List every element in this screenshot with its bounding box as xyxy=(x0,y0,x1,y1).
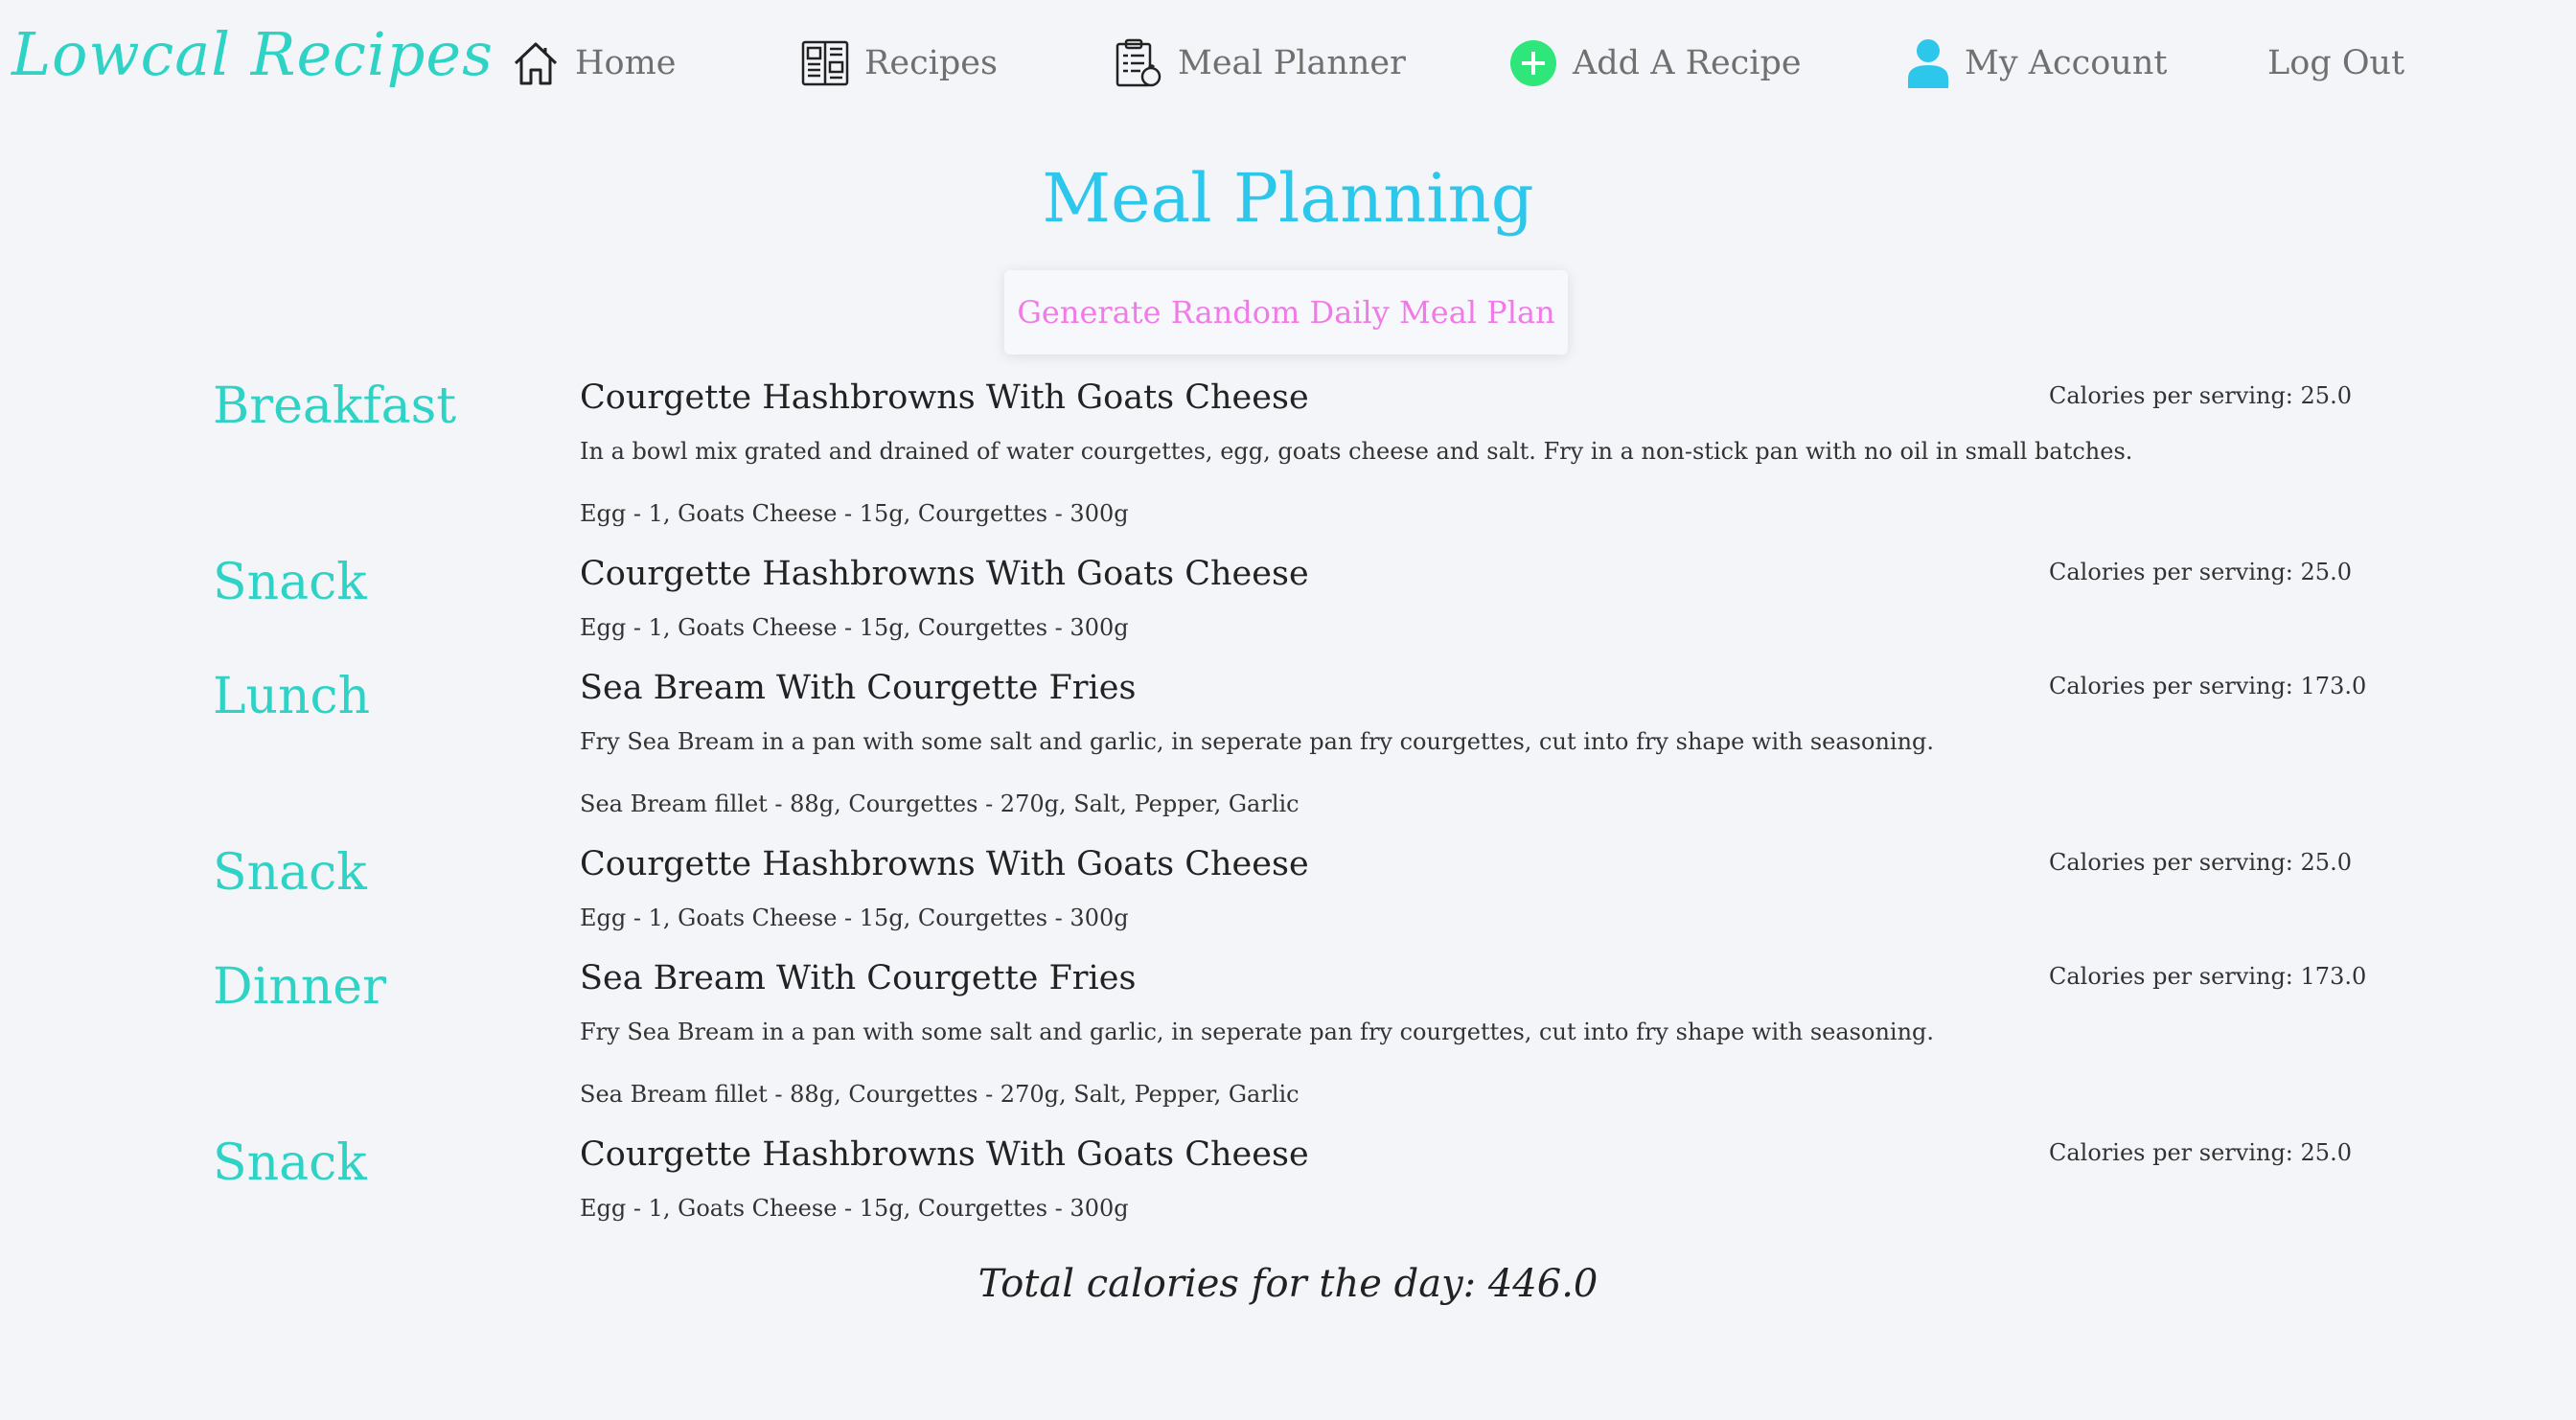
recipe-ingredients: Egg - 1, Goats Cheese - 15g, Courgettes … xyxy=(580,500,1129,527)
page-title: Meal Planning xyxy=(1042,159,1534,238)
recipe-title[interactable]: Sea Bream With Courgette Fries xyxy=(580,666,1136,710)
meal-label: Dinner xyxy=(213,958,386,1016)
home-icon xyxy=(512,39,560,87)
recipe-ingredients: Egg - 1, Goats Cheese - 15g, Courgettes … xyxy=(580,905,1129,931)
nav-log-out-label: Log Out xyxy=(2267,44,2405,82)
calories-per-serving: Calories per serving: 25.0 xyxy=(2049,849,2352,876)
recipe-title[interactable]: Courgette Hashbrowns With Goats Cheese xyxy=(580,552,1309,596)
recipe-title[interactable]: Courgette Hashbrowns With Goats Cheese xyxy=(580,376,1309,420)
meal-label: Snack xyxy=(213,554,367,611)
meal-label: Breakfast xyxy=(213,378,457,435)
recipe-description: In a bowl mix grated and drained of wate… xyxy=(580,438,2133,465)
calories-per-serving: Calories per serving: 25.0 xyxy=(2049,559,2352,585)
site-logo[interactable]: Lowcal Recipes xyxy=(12,19,494,89)
calories-per-serving: Calories per serving: 25.0 xyxy=(2049,1139,2352,1166)
recipe-ingredients: Egg - 1, Goats Cheese - 15g, Courgettes … xyxy=(580,614,1129,641)
meal-label: Snack xyxy=(213,844,367,902)
nav-meal-planner-link[interactable]: Meal Planner xyxy=(1115,36,1406,90)
calories-per-serving: Calories per serving: 173.0 xyxy=(2049,673,2367,699)
nav-log-out-link[interactable]: Log Out xyxy=(2267,36,2404,90)
meal-label: Snack xyxy=(213,1134,367,1192)
nav-add-recipe-link[interactable]: Add A Recipe xyxy=(1509,36,1802,90)
nav-meal-planner-label: Meal Planner xyxy=(1178,44,1406,82)
nav-my-account-label: My Account xyxy=(1965,44,2168,82)
top-navigation: Lowcal Recipes Home Recipes Meal Planner… xyxy=(0,0,2576,134)
recipe-book-icon xyxy=(801,39,849,87)
user-icon xyxy=(1907,38,1949,88)
recipe-title[interactable]: Courgette Hashbrowns With Goats Cheese xyxy=(580,842,1309,886)
nav-home-link[interactable]: Home xyxy=(512,36,677,90)
nav-home-label: Home xyxy=(575,44,677,82)
recipe-ingredients: Egg - 1, Goats Cheese - 15g, Courgettes … xyxy=(580,1195,1129,1222)
total-calories: Total calories for the day: 446.0 xyxy=(978,1262,1598,1306)
recipe-ingredients: Sea Bream fillet - 88g, Courgettes - 270… xyxy=(580,1081,1300,1108)
calories-per-serving: Calories per serving: 173.0 xyxy=(2049,963,2367,990)
plus-circle-icon xyxy=(1509,39,1557,87)
recipe-description: Fry Sea Bream in a pan with some salt an… xyxy=(580,728,1935,755)
nav-add-recipe-label: Add A Recipe xyxy=(1573,44,1802,82)
meal-label: Lunch xyxy=(213,668,371,725)
calories-per-serving: Calories per serving: 25.0 xyxy=(2049,382,2352,409)
clipboard-icon xyxy=(1115,38,1162,88)
recipe-title[interactable]: Sea Bream With Courgette Fries xyxy=(580,956,1136,1000)
recipe-description: Fry Sea Bream in a pan with some salt an… xyxy=(580,1019,1935,1045)
recipe-ingredients: Sea Bream fillet - 88g, Courgettes - 270… xyxy=(580,790,1300,817)
nav-my-account-link[interactable]: My Account xyxy=(1907,36,2167,90)
nav-recipes-label: Recipes xyxy=(864,44,998,82)
nav-recipes-link[interactable]: Recipes xyxy=(801,36,998,90)
recipe-title[interactable]: Courgette Hashbrowns With Goats Cheese xyxy=(580,1133,1309,1177)
generate-meal-plan-button[interactable]: Generate Random Daily Meal Plan xyxy=(1004,270,1568,355)
